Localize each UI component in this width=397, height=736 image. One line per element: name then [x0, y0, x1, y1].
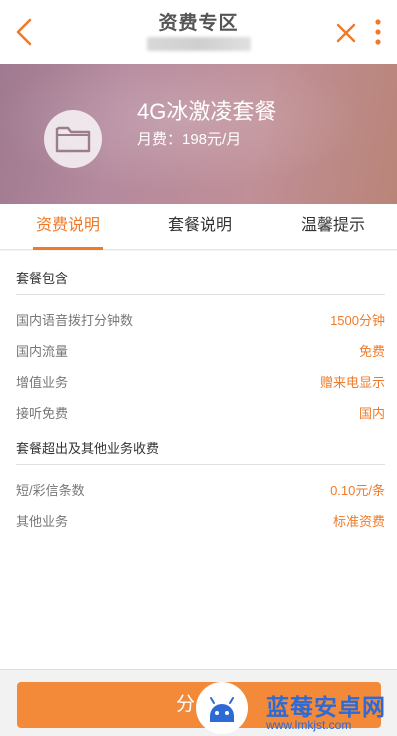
list-item: 其他业务 标准资费 [16, 511, 385, 531]
plan-banner: 4G冰激凌套餐 月费：198元/月 [0, 64, 397, 204]
list-item: 接听免费 国内 [16, 403, 385, 423]
tab-tips[interactable]: 温馨提示 [298, 204, 368, 250]
site-watermark: 蓝莓安卓网 www.lmkjst.com [196, 680, 397, 736]
section-title-included: 套餐包含 [16, 271, 69, 286]
row-label: 短/彩信条数 [16, 483, 85, 498]
row-label: 其他业务 [16, 514, 69, 529]
list-item: 短/彩信条数 0.10元/条 [16, 480, 385, 500]
fee-details: 套餐包含 国内语音拨打分钟数 1500分钟 国内流量 免费 增值业务 赠来电显示… [0, 251, 397, 669]
divider [16, 464, 385, 465]
blurred-subtitle [147, 37, 251, 51]
row-value: 0.10元/条 [330, 483, 385, 498]
watermark-brand: 蓝莓安卓网 [266, 694, 386, 720]
row-label: 国内流量 [16, 344, 69, 359]
row-label: 国内语音拨打分钟数 [16, 313, 134, 328]
close-button[interactable] [333, 20, 359, 46]
folder-icon-badge [44, 110, 102, 168]
android-robot-icon [210, 697, 234, 722]
list-item: 国内语音拨打分钟数 1500分钟 [16, 310, 385, 330]
tab-fee-description[interactable]: 资费说明 [33, 204, 103, 250]
list-item: 国内流量 免费 [16, 341, 385, 361]
row-value: 国内 [358, 406, 385, 421]
tab-plan-description[interactable]: 套餐说明 [165, 204, 235, 250]
folder-icon [55, 126, 91, 153]
row-value: 1500分钟 [330, 313, 385, 328]
row-label: 增值业务 [16, 375, 69, 390]
list-item: 增值业务 赠来电显示 [16, 372, 385, 392]
close-icon [336, 23, 356, 43]
divider [16, 294, 385, 295]
row-label: 接听免费 [16, 406, 69, 421]
row-value: 标准资费 [332, 514, 385, 529]
section-title-overage: 套餐超出及其他业务收费 [16, 441, 160, 456]
watermark-badge [196, 682, 248, 734]
watermark-url: www.lmkjst.com [266, 718, 352, 732]
plan-monthly-fee: 月费：198元/月 [137, 131, 242, 148]
row-value: 赠来电显示 [319, 375, 385, 390]
top-bar: 资费专区 [0, 0, 397, 64]
row-value: 免费 [358, 344, 385, 359]
more-button[interactable] [368, 16, 388, 48]
tab-bar: 资费说明 套餐说明 温馨提示 [0, 204, 397, 250]
plan-name: 4G冰激凌套餐 [137, 99, 277, 124]
more-vertical-icon [375, 19, 381, 45]
